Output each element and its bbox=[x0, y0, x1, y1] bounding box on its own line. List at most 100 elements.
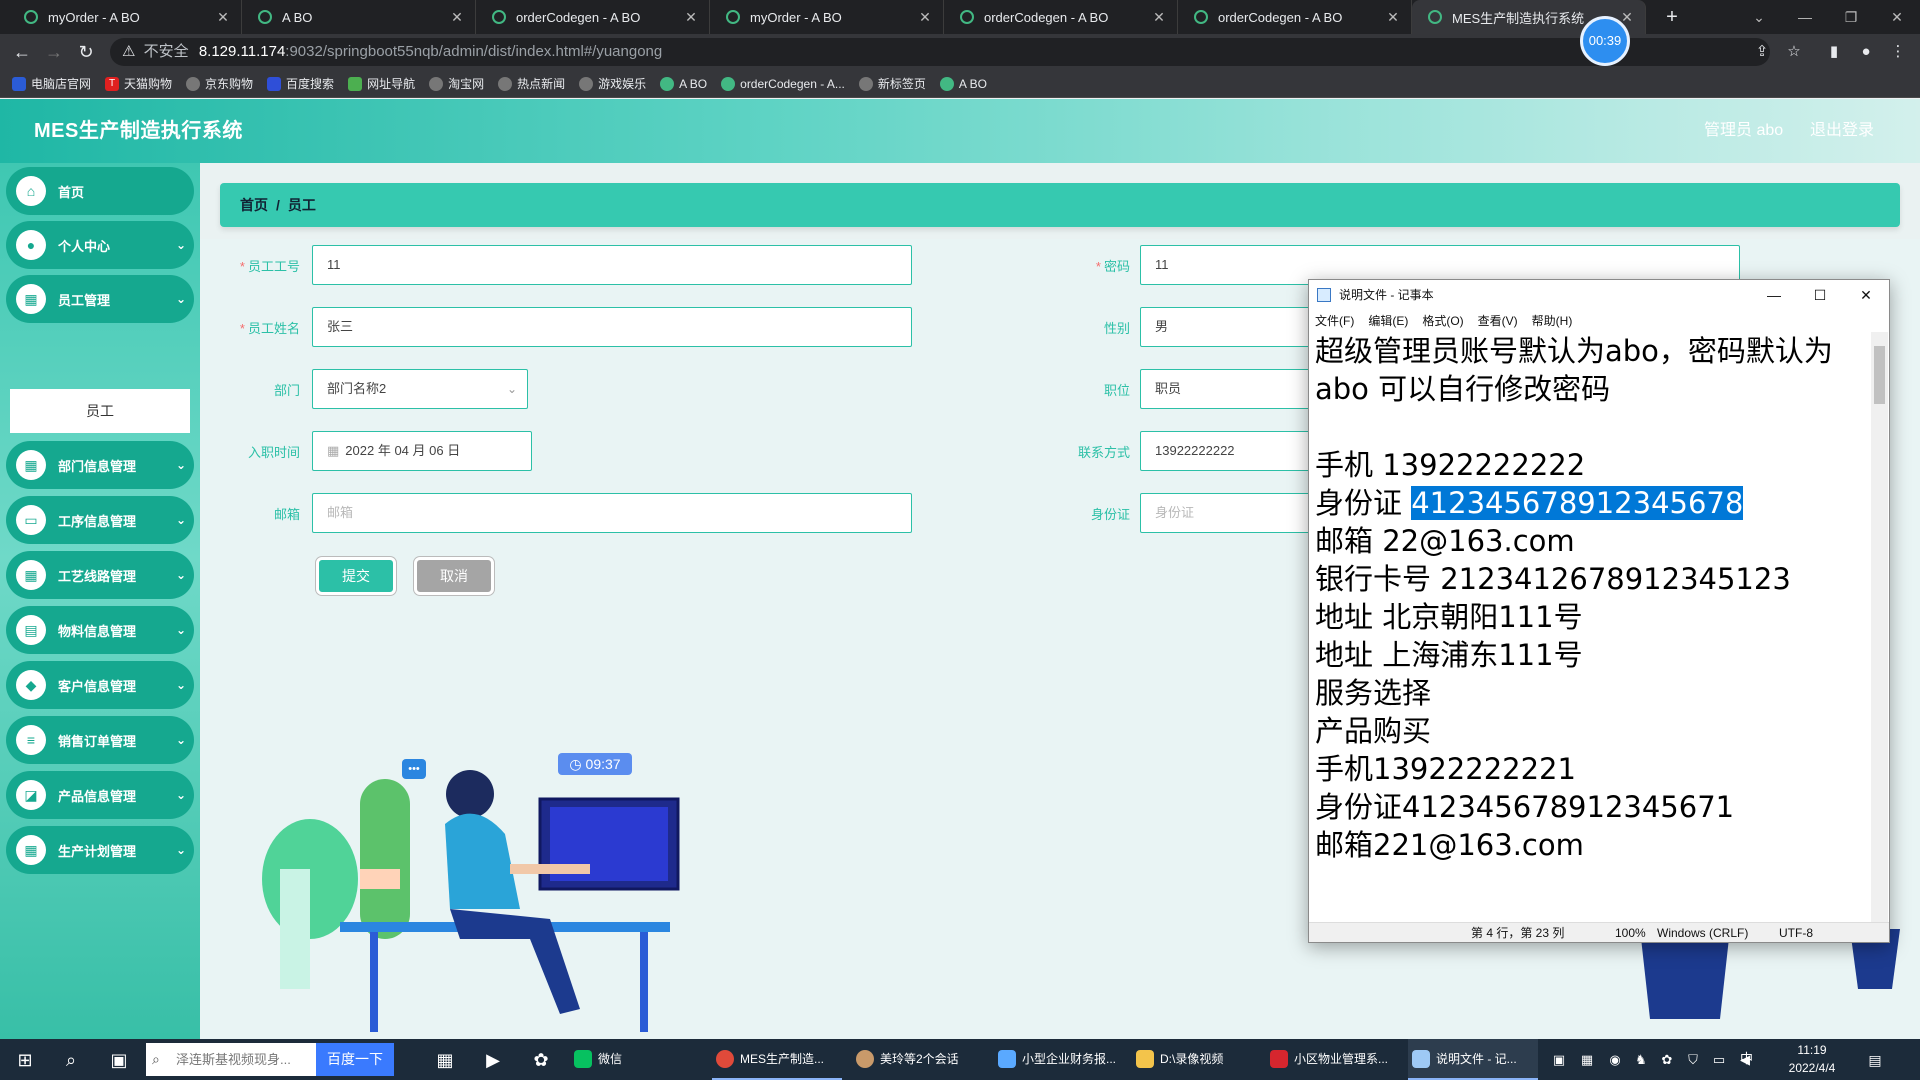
bookmark-item[interactable]: 淘宝网 bbox=[429, 75, 484, 92]
close-window-icon[interactable]: ✕ bbox=[1874, 0, 1920, 34]
text-line bbox=[1315, 408, 1869, 446]
video-app-icon[interactable]: ▶ bbox=[478, 1045, 508, 1075]
bookmark-item[interactable]: 网址导航 bbox=[348, 75, 415, 92]
taskbar-search-input[interactable]: 泽连斯基视频现身... bbox=[146, 1043, 316, 1076]
bookmark-item[interactable]: A BO bbox=[939, 76, 987, 91]
minimize-icon[interactable]: — bbox=[1782, 0, 1828, 34]
hire-date-picker[interactable]: ▦ 2022 年 04 月 06 日 bbox=[312, 431, 532, 471]
menu-format[interactable]: 格式(O) bbox=[1422, 310, 1463, 332]
close-icon[interactable]: ✕ bbox=[1843, 280, 1889, 310]
vue-favicon-icon bbox=[660, 76, 675, 91]
menu-file[interactable]: 文件(F) bbox=[1315, 310, 1354, 332]
bookmark-item[interactable]: 京东购物 bbox=[186, 75, 253, 92]
sidebar-item-product[interactable]: ◪ 产品信息管理 ⌄ bbox=[6, 771, 194, 819]
logout-link[interactable]: 退出登录 bbox=[1810, 99, 1874, 163]
tray-app-icon[interactable]: ▦ bbox=[1572, 1045, 1602, 1075]
bookmark-item[interactable]: T 天猫购物 bbox=[105, 75, 172, 92]
close-icon[interactable]: ✕ bbox=[215, 9, 231, 26]
bookmark-item[interactable]: orderCodegen - A... bbox=[721, 76, 845, 91]
share-icon[interactable]: ⇪ bbox=[1748, 38, 1776, 66]
sidebar-item-route[interactable]: ▦ 工艺线路管理 ⌄ bbox=[6, 551, 194, 599]
menu-edit[interactable]: 编辑(E) bbox=[1368, 310, 1408, 332]
close-icon[interactable]: ✕ bbox=[449, 9, 465, 26]
bookmark-item[interactable]: 游戏娱乐 bbox=[579, 75, 646, 92]
menu-dots-icon[interactable]: ⋮ bbox=[1884, 38, 1912, 66]
sidebar-icon[interactable]: ▮ bbox=[1820, 38, 1848, 66]
colorful-app-icon[interactable]: ▦ bbox=[430, 1045, 460, 1075]
chevron-down-icon: ⌄ bbox=[175, 843, 187, 857]
sidebar-item-process[interactable]: ▭ 工序信息管理 ⌄ bbox=[6, 496, 194, 544]
scrollbar-thumb[interactable] bbox=[1874, 346, 1885, 404]
emp-name-input[interactable]: 张三 bbox=[312, 307, 912, 347]
bookmark-item[interactable]: 热点新闻 bbox=[498, 75, 565, 92]
taskbar-app-wechat[interactable]: 微信 bbox=[570, 1039, 690, 1080]
forward-arrow-icon[interactable]: → bbox=[40, 34, 68, 70]
cancel-button[interactable]: 取消 bbox=[414, 557, 494, 595]
menu-view[interactable]: 查看(V) bbox=[1478, 310, 1518, 332]
email-label: 邮箱 bbox=[273, 507, 300, 522]
browser-tab[interactable]: myOrder - A BO ✕ bbox=[710, 0, 944, 34]
close-icon[interactable]: ✕ bbox=[683, 9, 699, 26]
sidebar-item-sales-order[interactable]: ≡ 销售订单管理 ⌄ bbox=[6, 716, 194, 764]
notepad-window[interactable]: 说明文件 - 记事本 — ☐ ✕ 文件(F) 编辑(E) 格式(O) 查看(V)… bbox=[1308, 279, 1890, 943]
browser-tab[interactable]: orderCodegen - A BO ✕ bbox=[476, 0, 710, 34]
sidebar-item-material[interactable]: ▤ 物料信息管理 ⌄ bbox=[6, 606, 194, 654]
menu-help[interactable]: 帮助(H) bbox=[1532, 310, 1573, 332]
bookmark-item[interactable]: 电脑店官网 bbox=[12, 75, 91, 92]
submit-button[interactable]: 提交 bbox=[316, 557, 396, 595]
restore-icon[interactable]: ❐ bbox=[1828, 0, 1874, 34]
emp-no-input[interactable]: 11 bbox=[312, 245, 912, 285]
taskbar-clock[interactable]: 11:19 2022/4/4 bbox=[1772, 1041, 1852, 1077]
bookmark-star-icon[interactable]: ☆ bbox=[1780, 38, 1808, 66]
maximize-icon[interactable]: ☐ bbox=[1797, 280, 1843, 310]
taskbar-app-chrome[interactable]: MES生产制造... bbox=[712, 1039, 842, 1080]
close-icon[interactable]: ✕ bbox=[917, 9, 933, 26]
text-line: 服务选择 bbox=[1315, 676, 1432, 710]
bookmark-item[interactable]: 百度搜索 bbox=[267, 75, 334, 92]
submenu-item-employee[interactable]: 员工 bbox=[10, 389, 190, 433]
taskbar-app-chat[interactable]: 美玲等2个会话 bbox=[852, 1039, 982, 1080]
notepad-text-area[interactable]: 超级管理员账号默认为abo，密码默认为 abo 可以自行修改密码 手机 1392… bbox=[1313, 332, 1869, 922]
hire-date-label: 入职时间 bbox=[247, 445, 300, 460]
sidebar-item-profile[interactable]: ● 个人中心 ⌄ bbox=[6, 221, 194, 269]
browser-tab[interactable]: A BO ✕ bbox=[242, 0, 476, 34]
taskbar-app-property[interactable]: 小区物业管理系... bbox=[1266, 1039, 1396, 1080]
breadcrumb-home[interactable]: 首页 bbox=[240, 197, 268, 213]
browser-tab[interactable]: myOrder - A BO ✕ bbox=[8, 0, 242, 34]
tab-search-icon[interactable]: ⌄ bbox=[1736, 0, 1782, 34]
sidebar-item-plan[interactable]: ▦ 生产计划管理 ⌄ bbox=[6, 826, 194, 874]
bookmark-item[interactable]: A BO bbox=[660, 76, 707, 91]
vertical-scrollbar[interactable] bbox=[1871, 332, 1888, 922]
back-arrow-icon[interactable]: ← bbox=[8, 34, 36, 70]
browser-tab[interactable]: orderCodegen - A BO ✕ bbox=[1178, 0, 1412, 34]
flower-app-icon[interactable]: ✿ bbox=[526, 1045, 556, 1075]
profile-icon[interactable]: ● bbox=[1852, 38, 1880, 66]
phone-label: 联系方式 bbox=[1077, 445, 1130, 460]
taskbar-app-folder[interactable]: D:\录像视频 bbox=[1132, 1039, 1252, 1080]
sidebar-item-customer[interactable]: ◆ 客户信息管理 ⌄ bbox=[6, 661, 194, 709]
recording-timer-badge[interactable]: 00:39 bbox=[1580, 16, 1630, 66]
dept-select[interactable]: 部门名称2 ⌄ bbox=[312, 369, 528, 409]
task-view-icon[interactable]: ▣ bbox=[104, 1045, 134, 1075]
close-icon[interactable]: ✕ bbox=[1385, 9, 1401, 26]
email-input[interactable]: 邮箱 bbox=[312, 493, 912, 533]
notification-icon[interactable]: ▤ bbox=[1860, 1045, 1890, 1075]
url-input[interactable]: ⚠ 不安全 8.129.11.174:9032/springboot55nqb/… bbox=[110, 38, 1770, 66]
taskbar-app-finance[interactable]: 小型企业财务报... bbox=[994, 1039, 1124, 1080]
text-line: 地址 上海浦东111号 bbox=[1315, 638, 1583, 672]
close-icon[interactable]: ✕ bbox=[1151, 9, 1167, 26]
windows-start-icon[interactable]: ⊞ bbox=[10, 1045, 40, 1075]
browser-tab[interactable]: orderCodegen - A BO ✕ bbox=[944, 0, 1178, 34]
sidebar-item-department[interactable]: ▦ 部门信息管理 ⌄ bbox=[6, 441, 194, 489]
search-icon[interactable]: ⌕ bbox=[56, 1045, 86, 1075]
minimize-icon[interactable]: — bbox=[1751, 280, 1797, 310]
sidebar-item-home[interactable]: ⌂ 首页 bbox=[6, 167, 194, 215]
tray-app-icon[interactable]: ▣ bbox=[1544, 1045, 1574, 1075]
sidebar-item-employee[interactable]: ▦ 员工管理 ⌄ bbox=[6, 275, 194, 323]
baidu-search-button[interactable]: 百度一下 bbox=[316, 1043, 394, 1076]
bookmark-item[interactable]: 新标签页 bbox=[858, 75, 926, 92]
new-tab-button[interactable]: + bbox=[1660, 5, 1684, 29]
taskbar-app-notepad[interactable]: 说明文件 - 记... bbox=[1408, 1039, 1538, 1080]
reload-icon[interactable]: ↻ bbox=[72, 34, 100, 70]
ime-indicator[interactable]: 中 bbox=[1740, 1049, 1760, 1069]
